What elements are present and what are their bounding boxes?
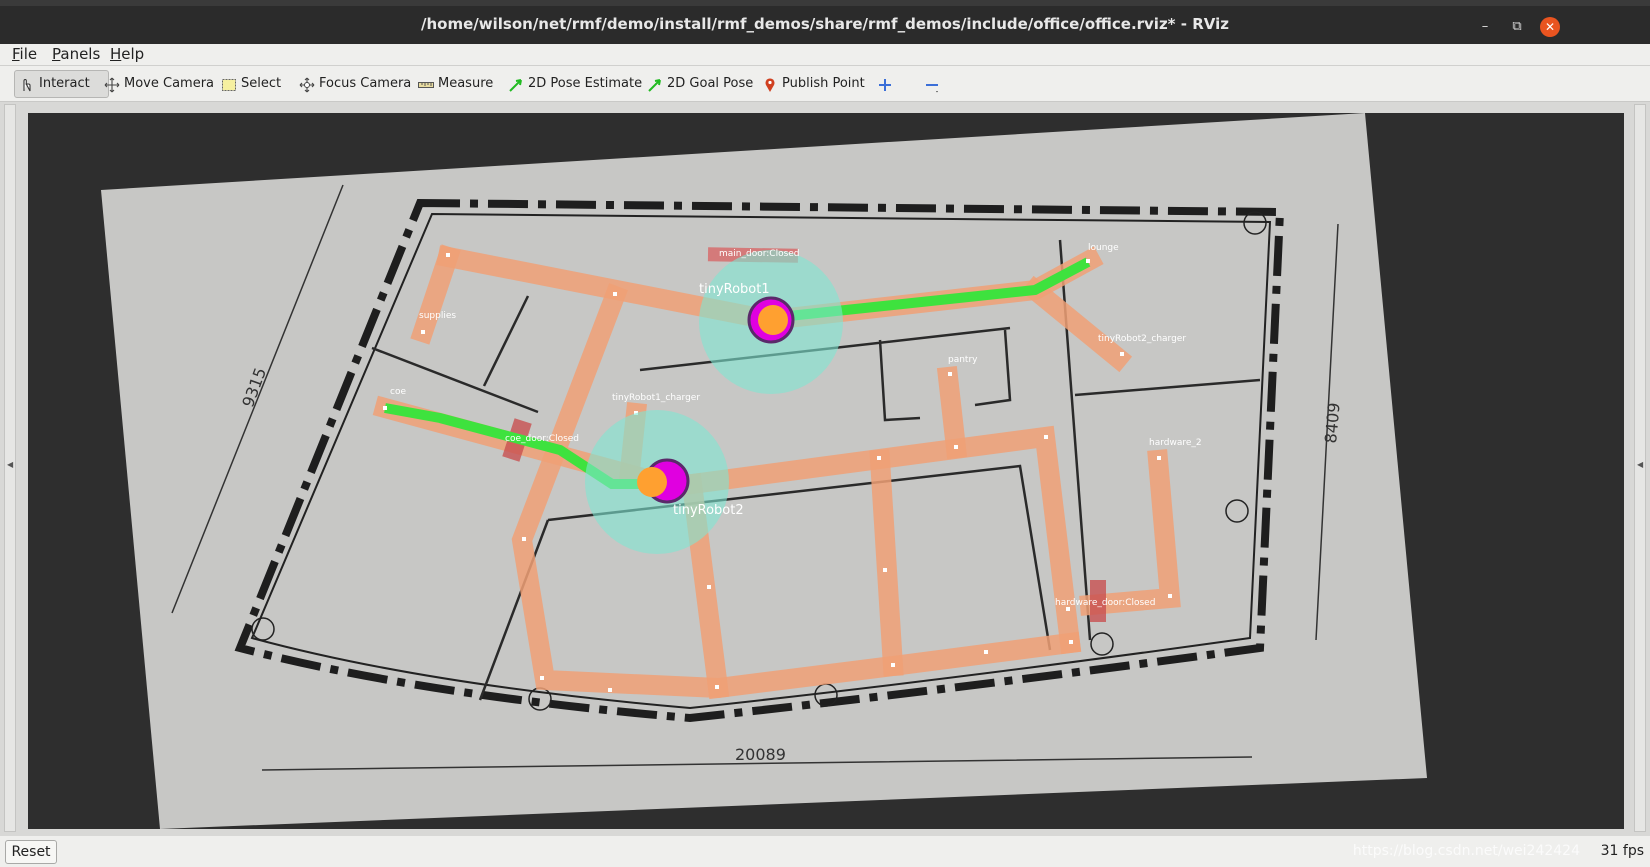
map-pin-icon xyxy=(762,76,778,92)
add-tool-button[interactable] xyxy=(877,70,893,98)
focus-camera-label: Focus Camera xyxy=(319,76,412,91)
render-viewport[interactable]: supplies coe pantry lounge tinyRobot1_ch… xyxy=(28,113,1624,829)
green-arrow-icon xyxy=(508,76,524,92)
select-box-icon xyxy=(221,76,237,92)
waypoint-label-robot1-charger: tinyRobot1_charger xyxy=(612,393,700,403)
menu-panels[interactable]: Panels xyxy=(52,45,100,63)
menu-help[interactable]: Help xyxy=(110,45,144,63)
door-label-coe: coe_door:Closed xyxy=(505,434,579,444)
restore-icon[interactable]: ⧉ xyxy=(1507,17,1527,37)
door-label-main: main_door:Closed xyxy=(719,249,800,259)
collapse-left-icon: ◀ xyxy=(7,460,14,469)
waypoint-label-hardware-2: hardware_2 xyxy=(1149,438,1202,448)
waypoint-label-pantry: pantry xyxy=(948,355,978,365)
waypoint-label-lounge: lounge xyxy=(1088,243,1119,253)
pose-estimate-label: 2D Pose Estimate xyxy=(528,76,643,91)
goal-arrow-icon xyxy=(647,76,663,92)
tool-bar: Interact Move Camera Select Focus Camera… xyxy=(0,66,1650,102)
publish-point-button[interactable]: Publish Point xyxy=(762,70,865,98)
select-label: Select xyxy=(241,76,282,91)
reset-button[interactable]: Reset xyxy=(5,840,57,864)
ruler-icon xyxy=(418,76,434,92)
move-camera-label: Move Camera xyxy=(124,76,215,91)
window-titlebar: /home/wilson/net/rmf/demo/install/rmf_de… xyxy=(0,0,1650,44)
focus-target-icon xyxy=(299,76,315,93)
interact-label: Interact xyxy=(39,76,90,91)
hand-pointer-icon xyxy=(19,76,35,92)
close-icon[interactable]: ✕ xyxy=(1540,17,1560,37)
move-camera-button[interactable]: Move Camera xyxy=(104,70,214,98)
dimension-label-right: 8409 xyxy=(1321,402,1343,444)
publish-point-label: Publish Point xyxy=(782,76,865,91)
interact-tool-button[interactable]: Interact xyxy=(14,70,109,98)
window-title: /home/wilson/net/rmf/demo/install/rmf_de… xyxy=(421,15,1229,33)
office-map-canvas: supplies coe pantry lounge tinyRobot1_ch… xyxy=(101,113,1427,829)
remove-tool-button[interactable] xyxy=(924,70,940,98)
waypoint-label-robot2-charger: tinyRobot2_charger xyxy=(1098,334,1186,344)
left-panel-toggle[interactable]: ◀ xyxy=(4,104,16,832)
minimize-icon[interactable]: – xyxy=(1475,17,1495,37)
plus-icon xyxy=(877,76,893,92)
dimension-label-bottom: 20089 xyxy=(735,745,786,764)
right-panel-toggle[interactable]: ◀ xyxy=(1634,104,1646,832)
menu-file[interactable]: File xyxy=(12,45,37,63)
measure-tool-button[interactable]: Measure xyxy=(418,70,493,98)
measure-label: Measure xyxy=(438,76,494,91)
door-label-hardware: hardware_door:Closed xyxy=(1055,598,1155,608)
collapse-right-icon: ◀ xyxy=(1637,460,1644,469)
pose-estimate-button[interactable]: 2D Pose Estimate xyxy=(508,70,642,98)
goal-pose-label: 2D Goal Pose xyxy=(667,76,754,91)
status-bar: Reset https://blog.csdn.net/wei242424 31… xyxy=(0,836,1650,867)
robot-label-2: tinyRobot2 xyxy=(673,503,744,518)
waypoint-label-coe: coe xyxy=(390,387,406,397)
focus-camera-button[interactable]: Focus Camera xyxy=(299,70,411,98)
menu-bar: File Panels Help xyxy=(0,44,1650,66)
waypoint-label-supplies: supplies xyxy=(419,311,456,321)
move-arrows-icon xyxy=(104,76,120,93)
goal-pose-button[interactable]: 2D Goal Pose xyxy=(647,70,753,98)
minus-icon xyxy=(924,76,940,93)
robot-label-1: tinyRobot1 xyxy=(699,282,770,297)
watermark-text: https://blog.csdn.net/wei242424 xyxy=(1352,843,1580,859)
robot2-marker xyxy=(637,467,667,497)
fps-readout: 31 fps xyxy=(1600,843,1644,859)
robot1-marker xyxy=(758,305,788,335)
select-tool-button[interactable]: Select xyxy=(221,70,281,98)
